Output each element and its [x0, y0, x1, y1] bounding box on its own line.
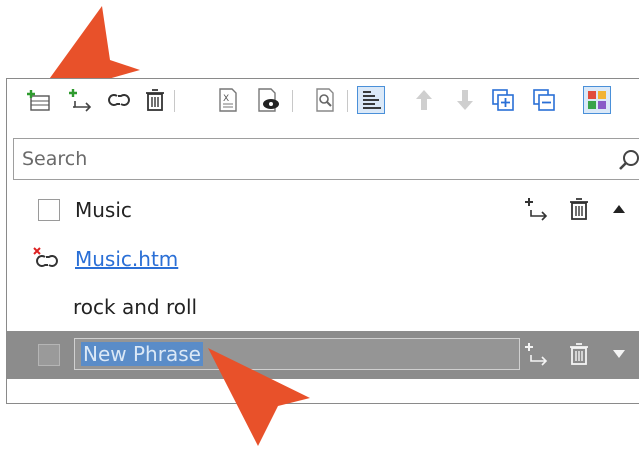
- find-icon[interactable]: [311, 86, 339, 114]
- add-child-icon[interactable]: [523, 196, 551, 222]
- svg-text:X: X: [223, 94, 229, 104]
- delete-icon[interactable]: [141, 86, 169, 114]
- add-child-icon[interactable]: [67, 86, 95, 114]
- list-item[interactable]: Music.htm: [7, 235, 639, 283]
- item-label: Music: [75, 198, 132, 222]
- preview-icon[interactable]: [254, 86, 282, 114]
- selected-list-item[interactable]: New Phrase: [7, 331, 639, 379]
- add-child-icon[interactable]: [523, 341, 551, 367]
- list-item[interactable]: rock and roll: [7, 283, 639, 331]
- search-icon[interactable]: [618, 148, 639, 172]
- sort-icon[interactable]: [357, 86, 385, 114]
- item-checkbox[interactable]: [38, 344, 60, 366]
- delete-icon[interactable]: [567, 341, 591, 367]
- item-checkbox[interactable]: [38, 199, 60, 221]
- collapse-all-icon[interactable]: [530, 86, 558, 114]
- toolbar: X: [7, 81, 639, 121]
- selected-text: New Phrase: [81, 342, 203, 366]
- search-box: [13, 138, 639, 180]
- item-link[interactable]: Music.htm: [75, 247, 178, 271]
- link-icon[interactable]: [105, 86, 133, 114]
- expand-all-icon[interactable]: [489, 86, 517, 114]
- phrase-panel: X Search Music Music.htm rock and roll N…: [6, 78, 639, 404]
- excel-export-icon[interactable]: X: [214, 86, 242, 114]
- item-label: rock and roll: [73, 295, 198, 319]
- search-input[interactable]: [22, 147, 602, 171]
- move-down-icon[interactable]: [451, 86, 479, 114]
- list-item[interactable]: Music: [7, 186, 639, 234]
- broken-link-icon: [33, 247, 58, 267]
- callout-arrow-bottom: [208, 348, 310, 446]
- expand-arrow-icon[interactable]: [611, 347, 627, 361]
- add-item-icon[interactable]: [25, 86, 53, 114]
- color-grid-icon[interactable]: [583, 86, 611, 114]
- move-up-icon[interactable]: [410, 86, 438, 114]
- collapse-arrow-icon[interactable]: [611, 202, 627, 216]
- delete-icon[interactable]: [567, 196, 591, 222]
